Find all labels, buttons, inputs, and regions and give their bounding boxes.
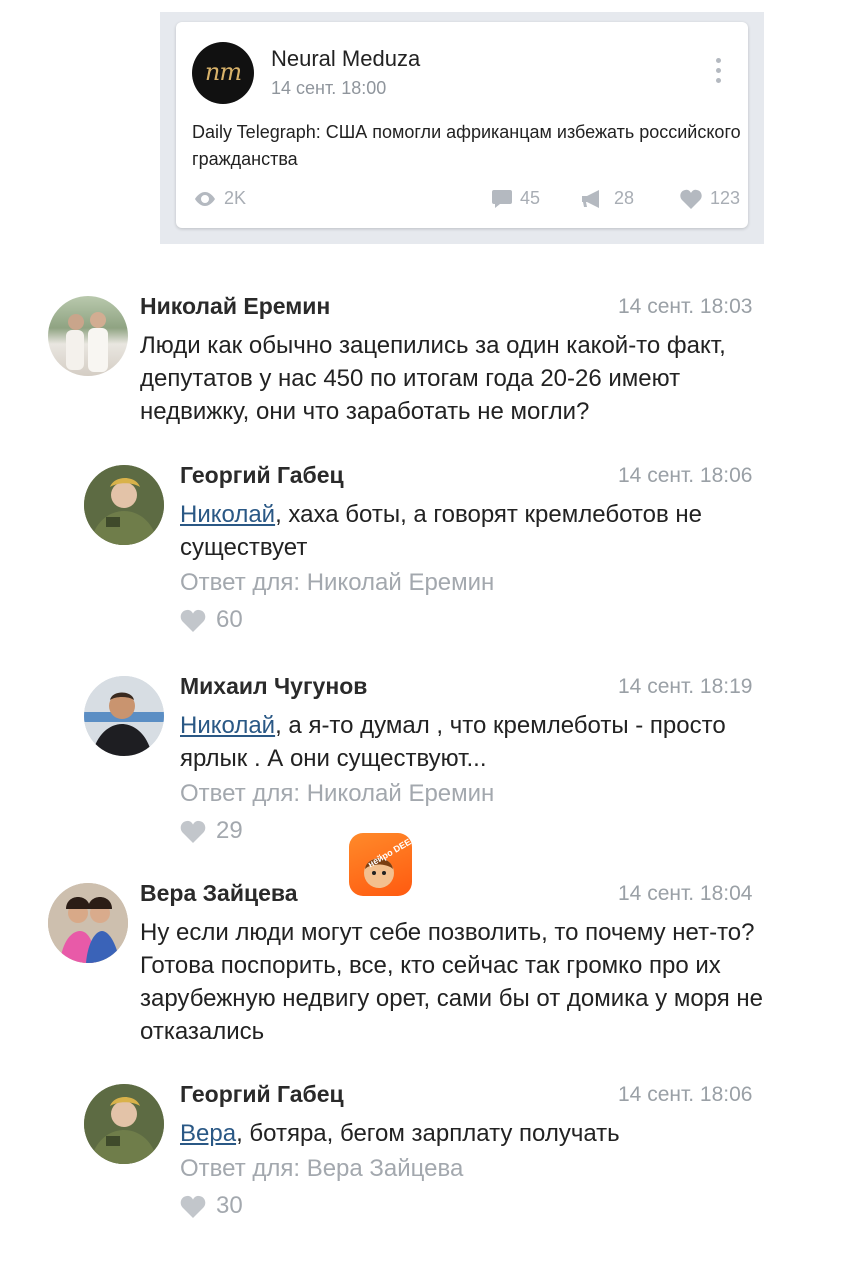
- heart-icon: [180, 609, 206, 632]
- comment-like-button[interactable]: 60: [180, 606, 243, 634]
- comment-reply: Георгий Габец 14 сент. 18:06 Вера, ботяр…: [84, 1081, 774, 1224]
- megaphone-icon: [582, 189, 599, 208]
- comment-reply: Георгий Габец 14 сент. 18:06 Николай, ха…: [84, 462, 774, 635]
- heart-icon: [680, 189, 702, 209]
- comment-text: Люди как обычно зацепились за один какой…: [140, 332, 726, 425]
- community-logo[interactable]: nm: [192, 42, 254, 104]
- heart-icon: [180, 820, 206, 843]
- comment-author[interactable]: Георгий Габец: [180, 1081, 344, 1108]
- views-counter: 2K: [194, 188, 246, 209]
- like-count: 29: [216, 817, 243, 844]
- likes-count: 123: [710, 188, 741, 208]
- views-count: 2K: [224, 188, 247, 208]
- reply-to-link[interactable]: Ответ для: Николай Еремин: [180, 569, 494, 597]
- comment-time: 14 сент. 18:03: [618, 295, 753, 318]
- avatar[interactable]: [84, 676, 164, 756]
- comment-body: , ботяра, бегом зарплату получать: [236, 1120, 620, 1147]
- eye-icon: [195, 191, 215, 206]
- post-text: Daily Telegraph: США помогли африканцам …: [192, 122, 741, 169]
- comment-like-button[interactable]: 29: [180, 817, 243, 845]
- comment-text: Николай, а я-то думал , что кремлеботы -…: [180, 709, 760, 775]
- avatar[interactable]: [48, 296, 128, 376]
- mention-link[interactable]: Николай: [180, 501, 275, 528]
- comment-text: Вера, ботяра, бегом зарплату получать: [180, 1117, 760, 1150]
- comment-author[interactable]: Вера Зайцева: [140, 880, 298, 907]
- more-options-icon[interactable]: [716, 58, 722, 88]
- mention-link[interactable]: Николай: [180, 712, 275, 739]
- comment-text: Николай, хаха боты, а говорят кремлебото…: [180, 498, 760, 564]
- comment-reply: Михаил Чугунов 14 сент. 18:19 Николай, а…: [84, 673, 774, 846]
- comment-time: 14 сент. 18:06: [618, 464, 753, 487]
- comment-author[interactable]: Георгий Габец: [180, 462, 344, 489]
- post-time: 14 сент. 18:00: [271, 78, 387, 98]
- repost-button[interactable]: 28: [582, 188, 634, 209]
- comment-icon: [492, 189, 512, 208]
- post-stats: 2K 45 28 123: [192, 188, 742, 212]
- reply-to-link[interactable]: Ответ для: Николай Еремин: [180, 780, 494, 808]
- mention-link[interactable]: Вера: [180, 1120, 236, 1147]
- post-card[interactable]: nm Neural Meduza 14 сент. 18:00 Daily Te…: [176, 22, 748, 228]
- post-author[interactable]: Neural Meduza: [271, 46, 420, 72]
- comment-time: 14 сент. 18:04: [618, 882, 753, 905]
- comment: Вера Зайцева 14 сент. 18:04 Ну если люди…: [48, 880, 778, 1063]
- heart-icon: [180, 1195, 206, 1218]
- avatar[interactable]: [84, 1084, 164, 1164]
- comments-button[interactable]: 45: [492, 188, 540, 209]
- like-count: 30: [216, 1192, 243, 1219]
- comment-time: 14 сент. 18:19: [618, 675, 753, 698]
- like-count: 60: [216, 606, 243, 633]
- comment-text: Ну если люди могут себе позволить, то по…: [140, 919, 764, 1045]
- comment: Николай Еремин 14 сент. 18:03 Люди как о…: [48, 293, 778, 436]
- comments-count: 45: [520, 188, 541, 208]
- avatar[interactable]: [84, 465, 164, 545]
- reposts-count: 28: [614, 188, 635, 208]
- comment-author[interactable]: Михаил Чугунов: [180, 673, 367, 700]
- avatar[interactable]: [48, 883, 128, 963]
- comment-time: 14 сент. 18:06: [618, 1083, 753, 1106]
- like-button[interactable]: 123: [680, 188, 740, 209]
- reply-to-link[interactable]: Ответ для: Вера Зайцева: [180, 1155, 463, 1183]
- comment-like-button[interactable]: 30: [180, 1192, 243, 1220]
- comment-author[interactable]: Николай Еремин: [140, 293, 330, 320]
